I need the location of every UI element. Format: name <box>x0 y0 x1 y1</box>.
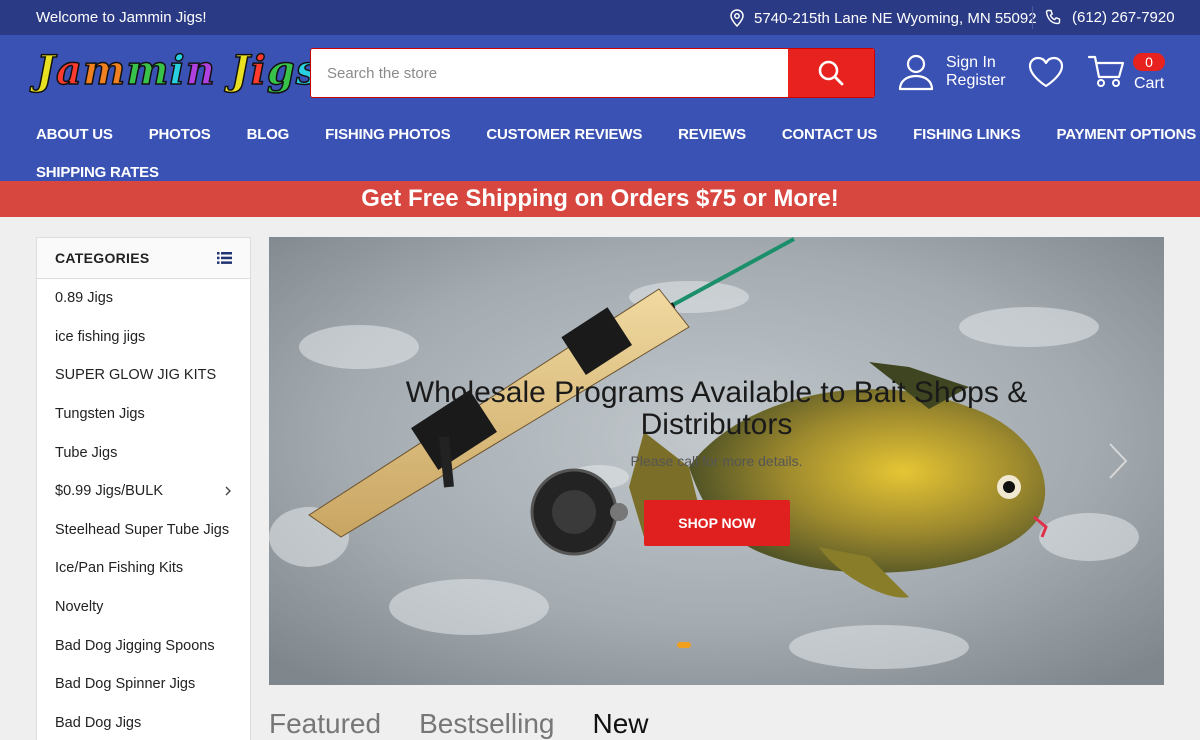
main-nav: About Us Photos Blog Fishing Photos Cust… <box>36 115 1196 191</box>
nav-fishing-links[interactable]: Fishing Links <box>913 126 1021 143</box>
nav-shipping-rates[interactable]: Shipping Rates <box>36 164 159 181</box>
top-bar: Welcome to Jammin Jigs! 5740-215th Lane … <box>0 0 1200 35</box>
nav-photos[interactable]: Photos <box>149 126 211 143</box>
category-item[interactable]: Tube Jigs <box>37 433 250 472</box>
category-item[interactable]: Bad Dog Jigs <box>37 704 250 740</box>
category-item[interactable]: Novelty <box>37 588 250 627</box>
category-label: ice fishing jigs <box>55 328 146 345</box>
category-label: $0.99 Jigs/BULK <box>55 483 164 500</box>
map-pin-icon <box>730 9 744 27</box>
product-tabs: Featured Bestselling New <box>269 708 649 740</box>
address-text: 5740-215th Lane NE Wyoming, MN 55092 <box>754 9 1037 27</box>
category-item[interactable]: Tungsten Jigs <box>37 395 250 434</box>
cart-button[interactable]: 0 Cart <box>1087 53 1165 94</box>
nav-payment-options[interactable]: Payment Options <box>1057 126 1197 143</box>
slider-next-icon[interactable] <box>1107 441 1129 481</box>
hero-slider[interactable]: Wholesale Programs Available to Bait Sho… <box>269 237 1164 685</box>
nav-customer-reviews[interactable]: Customer Reviews <box>486 126 642 143</box>
category-label: Tube Jigs <box>55 444 118 461</box>
nav-about-us[interactable]: About Us <box>36 126 113 143</box>
register-link[interactable]: Register <box>946 72 1006 90</box>
nav-reviews[interactable]: Reviews <box>678 126 746 143</box>
categories-sidebar: CATEGORIES 0.89 Jigs ice fishing jigs SU… <box>36 237 251 740</box>
search-button[interactable] <box>788 49 874 97</box>
chevron-right-icon[interactable] <box>224 485 232 497</box>
welcome-text: Welcome to Jammin Jigs! <box>36 9 207 26</box>
cart-label: Cart <box>1134 75 1165 92</box>
category-label: 0.89 Jigs <box>55 290 114 307</box>
search-input[interactable] <box>311 49 789 97</box>
heart-icon <box>1028 56 1064 88</box>
sign-in-link[interactable]: Sign In <box>946 54 1006 72</box>
shop-now-button[interactable]: Shop Now <box>644 500 790 546</box>
category-label: Bad Dog Jigs <box>55 714 142 731</box>
category-item[interactable]: Ice/Pan Fishing Kits <box>37 549 250 588</box>
store-address[interactable]: 5740-215th Lane NE Wyoming, MN 55092 <box>730 9 1037 27</box>
slide-subtitle: Please call for more details. <box>630 453 803 469</box>
category-label: Tungsten Jigs <box>55 406 145 423</box>
categories-heading: CATEGORIES <box>55 250 150 266</box>
nav-blog[interactable]: Blog <box>247 126 290 143</box>
phone-icon <box>1045 9 1061 25</box>
slide-caption: Wholesale Programs Available to Bait Sho… <box>269 376 1164 470</box>
cart-count-badge: 0 <box>1133 53 1165 71</box>
category-label: Ice/Pan Fishing Kits <box>55 560 184 577</box>
logo-wordmark: Jammin Jigs <box>35 46 320 95</box>
phone-text: (612) 267-7920 <box>1072 9 1175 26</box>
nav-fishing-photos[interactable]: Fishing Photos <box>325 126 450 143</box>
free-shipping-banner[interactable]: Get Free Shipping on Orders $75 or More! <box>0 181 1200 217</box>
search-icon <box>818 60 844 86</box>
slide-title: Wholesale Programs Available to Bait Sho… <box>405 376 1028 441</box>
tab-featured[interactable]: Featured <box>269 708 381 740</box>
category-item[interactable]: Steelhead Super Tube Jigs <box>37 511 250 550</box>
nav-contact-us[interactable]: Contact Us <box>782 126 877 143</box>
wishlist-button[interactable] <box>1027 55 1065 94</box>
list-icon <box>217 252 232 264</box>
account-links: Sign In Register <box>898 53 1006 91</box>
category-item[interactable]: $0.99 Jigs/BULK <box>37 472 250 511</box>
search-box <box>310 48 875 98</box>
category-item[interactable]: Bad Dog Jigging Spoons <box>37 626 250 665</box>
category-label: Novelty <box>55 599 104 616</box>
site-logo[interactable]: Jammin Jigs <box>35 46 320 103</box>
slider-dot-active[interactable] <box>677 642 691 648</box>
categories-header[interactable]: CATEGORIES <box>37 238 250 279</box>
category-label: Bad Dog Jigging Spoons <box>55 637 215 654</box>
category-item[interactable]: Bad Dog Spinner Jigs <box>37 665 250 704</box>
category-item[interactable]: SUPER GLOW JIG KITS <box>37 356 250 395</box>
category-item[interactable]: ice fishing jigs <box>37 318 250 357</box>
nav-row: About Us Photos Blog Fishing Photos Cust… <box>36 115 1196 153</box>
user-icon[interactable] <box>898 53 934 91</box>
category-label: Bad Dog Spinner Jigs <box>55 676 196 693</box>
tab-new[interactable]: New <box>592 708 648 740</box>
category-label: Steelhead Super Tube Jigs <box>55 521 230 538</box>
tab-bestselling[interactable]: Bestselling <box>419 708 554 740</box>
cart-icon <box>1087 55 1125 87</box>
category-item[interactable]: 0.89 Jigs <box>37 279 250 318</box>
site-header: Jammin Jigs Sign In Register 0 Cart Abou… <box>0 35 1200 181</box>
category-label: SUPER GLOW JIG KITS <box>55 367 217 384</box>
store-phone[interactable]: (612) 267-7920 <box>1045 9 1175 26</box>
topbar-divider <box>1032 6 1033 29</box>
